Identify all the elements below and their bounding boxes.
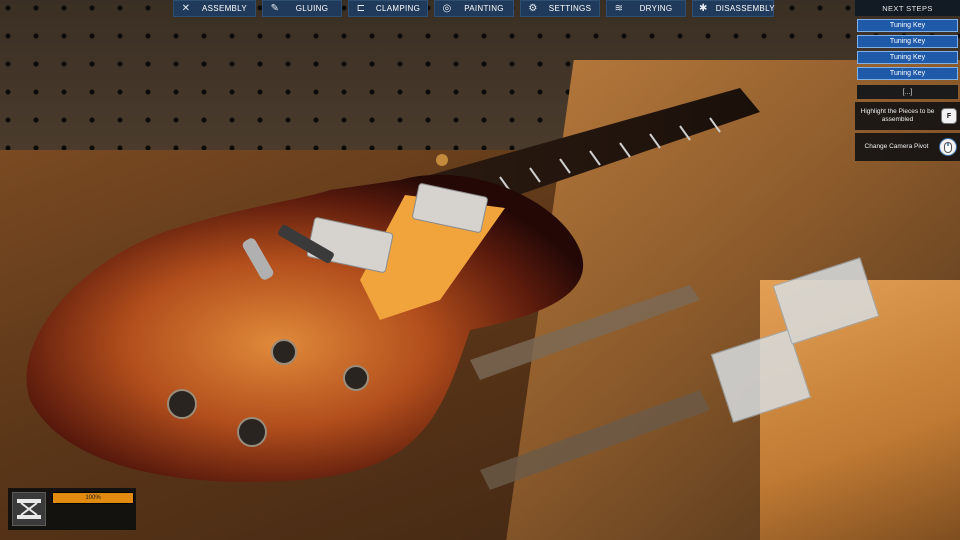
tab-disassembly-label: DISASSEMBLY [715,4,775,13]
tab-assembly[interactable]: ✕ ASSEMBLY [173,0,256,17]
tab-clamping[interactable]: ⊏ CLAMPING [348,0,428,17]
clamp-tool-icon[interactable] [12,492,46,526]
workshop-scene [0,0,960,540]
tab-painting[interactable]: ◎ PAINTING [434,0,514,17]
guitar-body [26,174,584,482]
clamp-icon: ⊏ [356,3,366,14]
stage-toolbar: ✕ ASSEMBLY ✎ GLUING ⊏ CLAMPING ◎ PAINTIN… [173,0,775,17]
camera-pivot-hint-text: Change Camera Pivot [864,143,929,150]
mouse-middle-button-icon [939,138,957,156]
highlight-hint: Highlight the Pieces to be assembled F [855,102,960,130]
next-step-item[interactable]: Tuning Key [857,51,958,64]
camera-pivot-hint: Change Camera Pivot [855,133,960,161]
next-steps-panel: NEXT STEPS Tuning Key Tuning Key Tuning … [855,0,960,164]
heat-waves-icon: ≋ [614,3,624,14]
tab-painting-label: PAINTING [464,4,504,13]
tuning-post [436,154,448,166]
fixture-rail [480,390,710,490]
glue-brush-icon: ✎ [270,3,280,14]
tab-drying-label: DRYING [639,4,673,13]
tab-drying[interactable]: ≋ DRYING [606,0,686,17]
wrench-screwdriver-icon: ✕ [181,3,191,14]
tool-progress-label: 100% [85,495,101,501]
next-steps-more[interactable]: [...] [857,85,958,99]
gear-icon: ✱ [699,3,708,14]
tab-gluing-label: GLUING [295,4,329,13]
paint-palette-icon: ◎ [442,3,452,14]
next-step-item[interactable]: Tuning Key [857,35,958,48]
tab-gluing[interactable]: ✎ GLUING [262,0,342,17]
gears-icon: ⚙ [528,3,538,14]
keycap-f-icon: F [941,108,957,124]
highlight-hint-text: Highlight the Pieces to be assembled [860,108,935,123]
tab-settings-label: SETTINGS [548,4,592,13]
tab-settings[interactable]: ⚙ SETTINGS [520,0,600,17]
tab-disassembly[interactable]: ✱ DISASSEMBLY [692,0,775,17]
next-step-item[interactable]: Tuning Key [857,67,958,80]
tool-progress-bar: 100% [52,492,134,504]
tab-assembly-label: ASSEMBLY [202,4,247,13]
next-steps-title: NEXT STEPS [855,0,960,16]
tab-clamping-label: CLAMPING [375,4,421,13]
current-tool-slot: 100% [8,488,136,530]
next-step-item[interactable]: Tuning Key [857,19,958,32]
guitar-model[interactable] [0,0,960,540]
